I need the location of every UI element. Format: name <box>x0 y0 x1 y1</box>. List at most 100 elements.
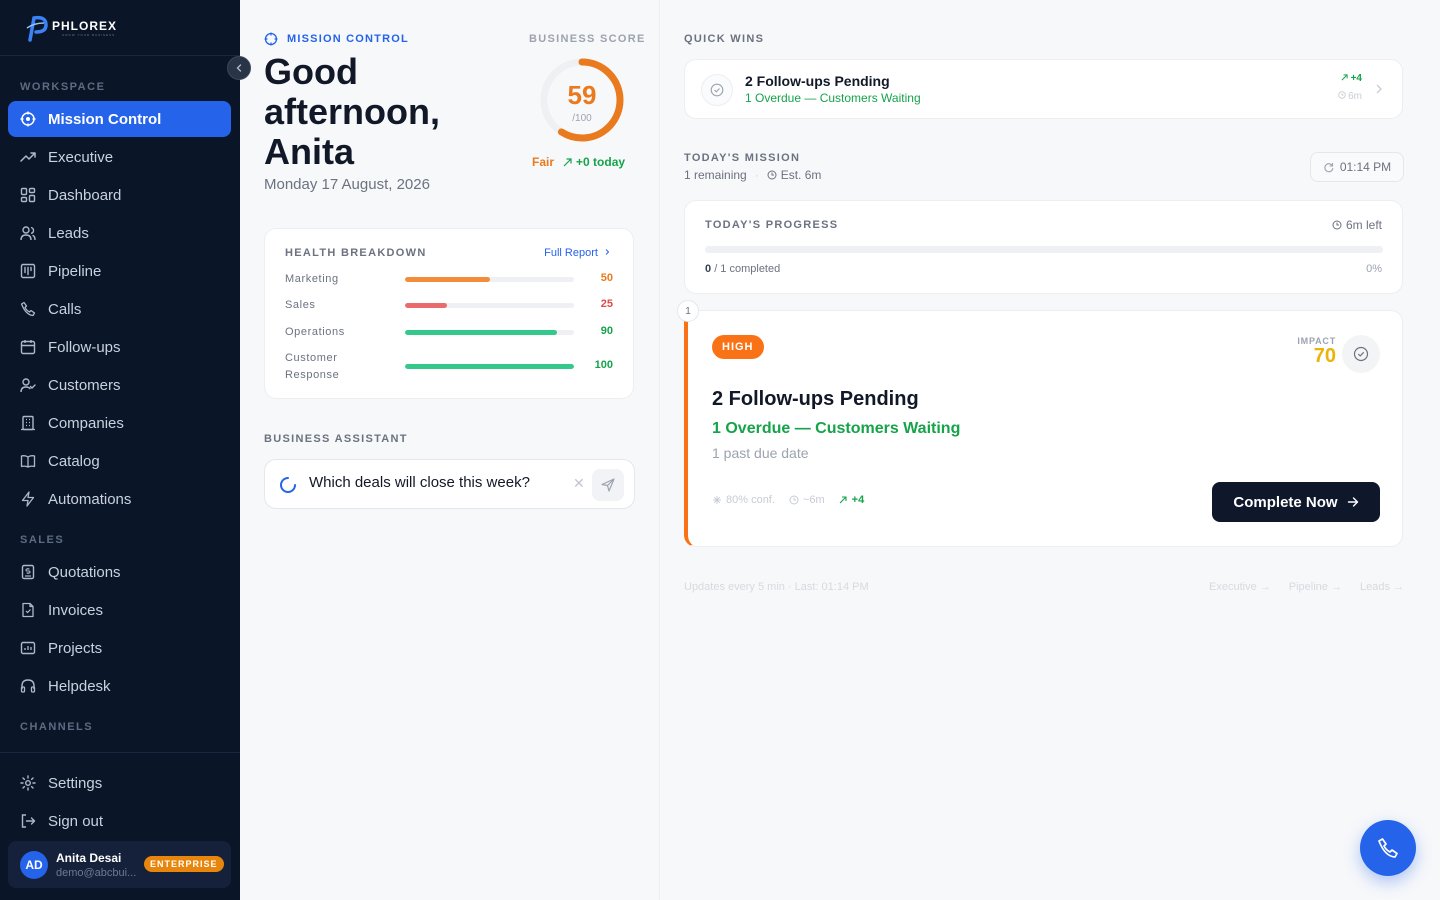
health-row-value: 100 <box>594 359 613 371</box>
sidebar-item-leads[interactable]: Leads <box>8 215 231 251</box>
clock-icon <box>1338 91 1346 99</box>
health-row-value: 90 <box>600 325 613 337</box>
mission-meta: 1 remaining · Est. 6m <box>684 168 821 182</box>
sidebar-item-mission-control[interactable]: Mission Control <box>8 101 231 137</box>
sidebar-item-dashboard[interactable]: Dashboard <box>8 177 231 213</box>
arrow-right-icon <box>1347 497 1358 507</box>
sidebar-item-settings[interactable]: Settings <box>8 765 231 801</box>
sidebar-item-invoices[interactable]: Invoices <box>8 592 231 628</box>
sidebar-item-companies[interactable]: Companies <box>8 405 231 441</box>
progress-time-left: 6m left <box>1332 218 1382 232</box>
assistant-query-input[interactable] <box>309 474 569 491</box>
sidebar-item-helpdesk[interactable]: Helpdesk <box>8 668 231 704</box>
folder-chart-icon <box>20 640 36 656</box>
sidebar-item-label: Calls <box>48 300 82 318</box>
section-label-text: MISSION CONTROL <box>287 33 409 45</box>
health-row-label: Customer Response <box>285 352 340 381</box>
refresh-button[interactable]: 01:14 PM <box>1310 152 1404 182</box>
health-row-label: Operations <box>285 326 345 338</box>
quick-win-time-value: 6m <box>1348 91 1362 102</box>
health-title: HEALTH BREAKDOWN <box>285 247 427 259</box>
trend-up-icon <box>1341 74 1348 81</box>
footer-links: Executive → Pipeline → Leads → <box>1191 581 1404 593</box>
brand-tagline: GROW YOUR BUSINESS <box>62 33 116 37</box>
brand-logo[interactable]: PHLOREX GROW YOUR BUSINESS <box>0 0 240 56</box>
leads-link[interactable]: Leads → <box>1360 581 1404 593</box>
sidebar-item-executive[interactable]: Executive <box>8 139 231 175</box>
send-icon <box>601 478 615 492</box>
score-max: /100 <box>572 113 592 124</box>
full-report-label: Full Report <box>544 247 598 259</box>
collapse-sidebar-button[interactable] <box>227 56 251 80</box>
mark-done-button[interactable] <box>1342 335 1380 373</box>
sidebar-item-label: Customers <box>48 376 121 394</box>
sidebar-item-sign-out[interactable]: Sign out <box>8 803 231 839</box>
health-row-fill <box>405 277 490 282</box>
health-row-bar <box>405 303 574 308</box>
sidebar-item-quotations[interactable]: Quotations <box>8 554 231 590</box>
sidebar-item-label: Settings <box>48 774 103 792</box>
sidebar-item-label: Automations <box>48 490 132 508</box>
phone-icon <box>20 301 36 317</box>
progress-card: TODAY'S PROGRESS 6m left 0 / 1 completed… <box>684 200 1403 294</box>
page-title: Good afternoon, Anita <box>264 51 440 172</box>
file-icon <box>20 602 36 618</box>
score-status: Fair +0 today <box>532 155 625 169</box>
quick-wins-label: QUICK WINS <box>684 33 765 45</box>
brand-name: PHLOREX <box>52 18 118 33</box>
health-row-label: Marketing <box>285 273 339 285</box>
headphones-icon <box>20 678 36 694</box>
sidebar-item-catalog[interactable]: Catalog <box>8 443 231 479</box>
score-delta: +0 today <box>576 155 626 169</box>
complete-now-button[interactable]: Complete Now <box>1212 482 1380 522</box>
sidebar-item-label: Invoices <box>48 601 104 619</box>
sidebar-item-pipeline[interactable]: Pipeline <box>8 253 231 289</box>
health-row-fill <box>405 364 574 369</box>
gear-icon <box>20 775 36 791</box>
score-label: BUSINESS SCORE <box>529 33 646 45</box>
sidebar-item-label: Follow-ups <box>48 338 121 356</box>
sidebar-item-label: Dashboard <box>48 186 122 204</box>
confidence-value: 80% conf. <box>726 494 775 506</box>
kanban-icon <box>20 263 36 279</box>
clock-icon <box>1332 220 1342 230</box>
duration-value: ~6m <box>802 494 825 506</box>
health-row-bar <box>405 330 574 335</box>
sidebar-item-label: Projects <box>48 639 103 657</box>
health-row-label: Sales <box>285 299 316 311</box>
progress-count: 0 / 1 completed <box>705 263 780 275</box>
section-label: MISSION CONTROL <box>264 32 409 46</box>
sidebar-item-label: Mission Control <box>48 110 162 128</box>
sidebar-item-customers[interactable]: Customers <box>8 367 231 403</box>
check-circle-icon <box>710 83 724 97</box>
sidebar-item-projects[interactable]: Projects <box>8 630 231 666</box>
quick-win-item[interactable]: 2 Follow-ups Pending 1 Overdue — Custome… <box>684 59 1403 119</box>
sidebar-item-follow-ups[interactable]: Follow-ups <box>8 329 231 365</box>
full-report-link[interactable]: Full Report <box>544 247 611 259</box>
receipt-icon <box>20 564 36 580</box>
sidebar-item-automations[interactable]: Automations <box>8 481 231 517</box>
sidebar-item-label: Sign out <box>48 812 104 830</box>
sidebar-item-calls[interactable]: Calls <box>8 291 231 327</box>
building-icon <box>20 415 36 431</box>
assistant-label: BUSINESS ASSISTANT <box>264 433 408 445</box>
task-title: 2 Follow-ups Pending <box>712 388 919 410</box>
sidebar: PHLOREX GROW YOUR BUSINESS WORKSPACE Mis… <box>0 0 251 900</box>
executive-link[interactable]: Executive → <box>1209 581 1271 593</box>
sidebar-item-label: Pipeline <box>48 262 102 280</box>
call-button[interactable] <box>1360 820 1416 876</box>
clear-icon[interactable]: ✕ <box>573 475 585 492</box>
progress-bar <box>705 246 1383 253</box>
pipeline-link[interactable]: Pipeline → <box>1289 581 1342 593</box>
plan-badge: ENTERPRISE <box>144 856 224 872</box>
check-circle-button[interactable] <box>701 74 733 106</box>
clock-icon <box>767 170 777 180</box>
score-rating: Fair <box>532 155 555 169</box>
confidence-stat: 80% conf. <box>712 494 775 506</box>
user-profile-card[interactable]: AD Anita Desai demo@abcbui... ENTERPRISE <box>8 841 231 888</box>
health-row-bar <box>405 364 574 369</box>
trend-up-icon <box>839 496 847 504</box>
send-button[interactable] <box>592 469 624 501</box>
mission-column: QUICK WINS 2 Follow-ups Pending 1 Overdu… <box>660 0 1440 900</box>
trend-up-icon <box>563 157 572 166</box>
